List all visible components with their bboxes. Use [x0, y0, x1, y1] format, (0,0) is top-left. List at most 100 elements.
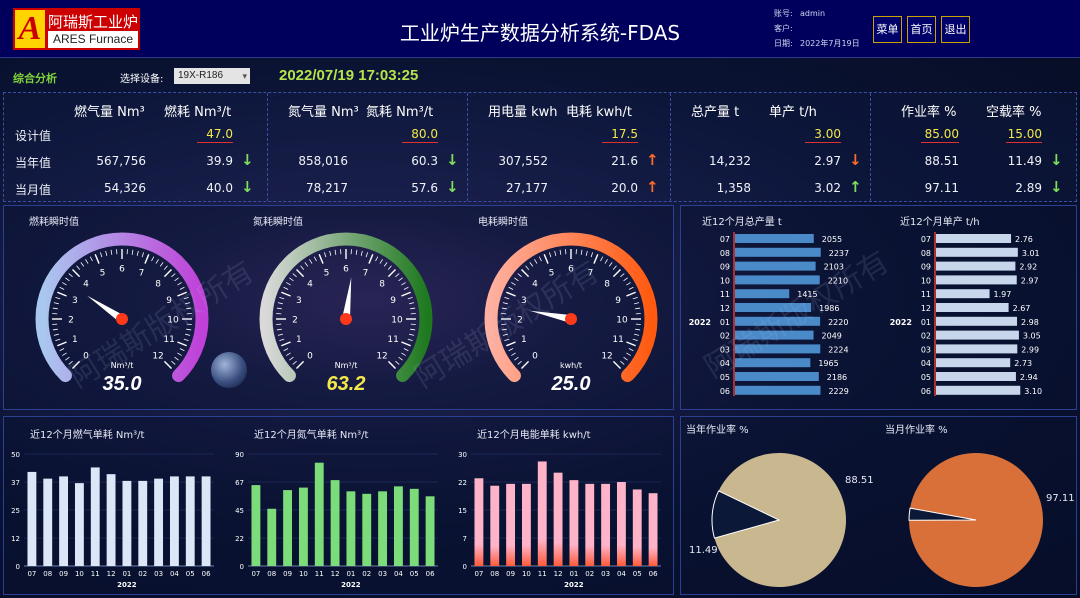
gauge-tick: [517, 360, 522, 365]
month-quantity: 78,217: [306, 181, 348, 195]
gauge-tick: [159, 262, 164, 267]
gauge-tick: [179, 348, 185, 352]
gauge-tick: [318, 254, 324, 264]
column-header: 燃气量 Nm³: [74, 105, 145, 120]
gauge-tick: [171, 273, 176, 278]
row-label-month: 当月值: [15, 183, 52, 197]
gauge-tick: [593, 254, 599, 264]
x-tick-label: 12: [554, 570, 563, 578]
gauge-tick: [283, 286, 289, 290]
hbar-value: 2.76: [1015, 235, 1033, 244]
month-label: 11: [921, 290, 931, 299]
bar-chart: 0715223007 08 09 10 11 12 01 02 03 04 05 062022: [458, 451, 661, 589]
gauge-tick: [387, 265, 392, 270]
gauge-tick: [517, 273, 522, 278]
gauge-tick: [57, 341, 67, 347]
hbar-bar: [735, 385, 821, 395]
bar: [330, 480, 340, 566]
month-ratio: 40.0: [206, 181, 233, 195]
gauge-tick: [580, 249, 583, 255]
toolbar: 综合分析 选择设备: 19X-R186 2022/07/19 17:03:25: [0, 62, 1080, 90]
column-header: 空载率 %: [986, 105, 1042, 120]
gauge-tick: [94, 254, 100, 264]
gauge-tick: [612, 360, 621, 369]
gauge-tick-label: 7: [363, 268, 369, 278]
gauge-tick: [514, 356, 519, 361]
device-select[interactable]: 19X-R186: [174, 68, 250, 84]
hbar-bar: [735, 344, 821, 354]
year-ratio: 21.6: [611, 154, 638, 168]
x-tick-label: 10: [299, 570, 308, 578]
gauge-tick: [289, 277, 294, 282]
gauge-tick: [635, 328, 641, 331]
gauge-tick-label: 7: [588, 268, 594, 278]
gauge-tick: [177, 352, 182, 356]
gauge-reading: 63.2: [326, 373, 366, 395]
logout-button[interactable]: 退出: [941, 16, 970, 43]
gauge-tick: [387, 269, 396, 278]
gauge-tick: [620, 273, 625, 278]
gauge-tick-label: 11: [387, 335, 398, 345]
hbar-title: 近12个月总产量 t: [702, 217, 782, 228]
gauge-tick: [511, 282, 516, 286]
summary-table: 设计值 当年值 当月值 燃气量 Nm³ 燃耗 Nm³/t 47.0 567,756 39…: [3, 92, 1077, 202]
hbar-value: 2220: [828, 318, 848, 327]
gauge-tick-label: 0: [307, 352, 313, 362]
gauge-tick-label: 4: [83, 279, 89, 289]
home-button[interactable]: 首页: [907, 16, 936, 43]
bar: [27, 471, 37, 566]
section-title: 综合分析: [13, 72, 57, 85]
hbar-bar: [735, 372, 819, 381]
current-datetime: 2022/07/19 17:03:25: [279, 67, 419, 84]
month-quantity: 27,177: [506, 181, 548, 195]
gauge-tick: [174, 356, 179, 361]
month-label: 05: [921, 373, 931, 382]
gauge-tick: [585, 250, 588, 256]
arrow-up-icon: ↑: [849, 178, 862, 196]
month-label: 01: [921, 318, 931, 327]
menu-button[interactable]: 菜单: [873, 16, 902, 43]
x-tick-label: 05: [410, 570, 419, 578]
hbar-bar: [735, 247, 821, 257]
x-tick-label: 06: [649, 570, 658, 578]
gauge-tick: [502, 302, 508, 305]
x-tick-label: 06: [426, 570, 435, 578]
gauge-tick-label: 4: [307, 279, 313, 289]
month-label: 02: [921, 332, 931, 341]
gauge-tick: [304, 262, 309, 267]
gauge-tick: [407, 338, 413, 342]
gauge-tick: [626, 352, 631, 356]
hbar-value: 3.10: [1024, 387, 1042, 396]
gauge-tick: [277, 333, 283, 336]
hbar-value: 2.94: [1020, 373, 1038, 382]
bar: [616, 482, 626, 566]
gauge-tick: [171, 360, 176, 365]
arrow-up-icon: ↑: [646, 178, 659, 196]
gauge-arc: [484, 232, 658, 383]
hbar-bar: [936, 330, 1019, 340]
gauge-unit: Nm³/t: [110, 361, 134, 370]
pie-value-label: 88.51: [845, 475, 874, 486]
gauge-hub: [565, 313, 577, 325]
y-tick-label: 0: [463, 563, 467, 571]
column-header: 氮耗 Nm³/t: [366, 105, 434, 120]
y-tick-label: 22: [235, 535, 244, 543]
hbar-value: 1415: [797, 290, 817, 299]
pie-chart: [711, 453, 846, 587]
gauge-tick-label: 2: [517, 316, 523, 326]
gauge-tick: [177, 341, 187, 347]
planet-decoration: [211, 352, 247, 388]
month-label: 09: [720, 263, 730, 272]
gauge-reading: 35.0: [102, 373, 142, 395]
x-tick-label: 03: [601, 570, 610, 578]
gauge-tick: [55, 338, 61, 342]
bar: [283, 490, 293, 566]
bar: [298, 487, 308, 566]
bar: [185, 476, 195, 566]
bar: [90, 467, 100, 566]
gauge-title: 氮耗瞬时值: [253, 217, 303, 228]
gauge-tick: [398, 277, 403, 282]
gauge-tick: [283, 348, 289, 352]
gauge-tick: [604, 259, 608, 264]
gauge-tick-label: 8: [155, 279, 161, 289]
